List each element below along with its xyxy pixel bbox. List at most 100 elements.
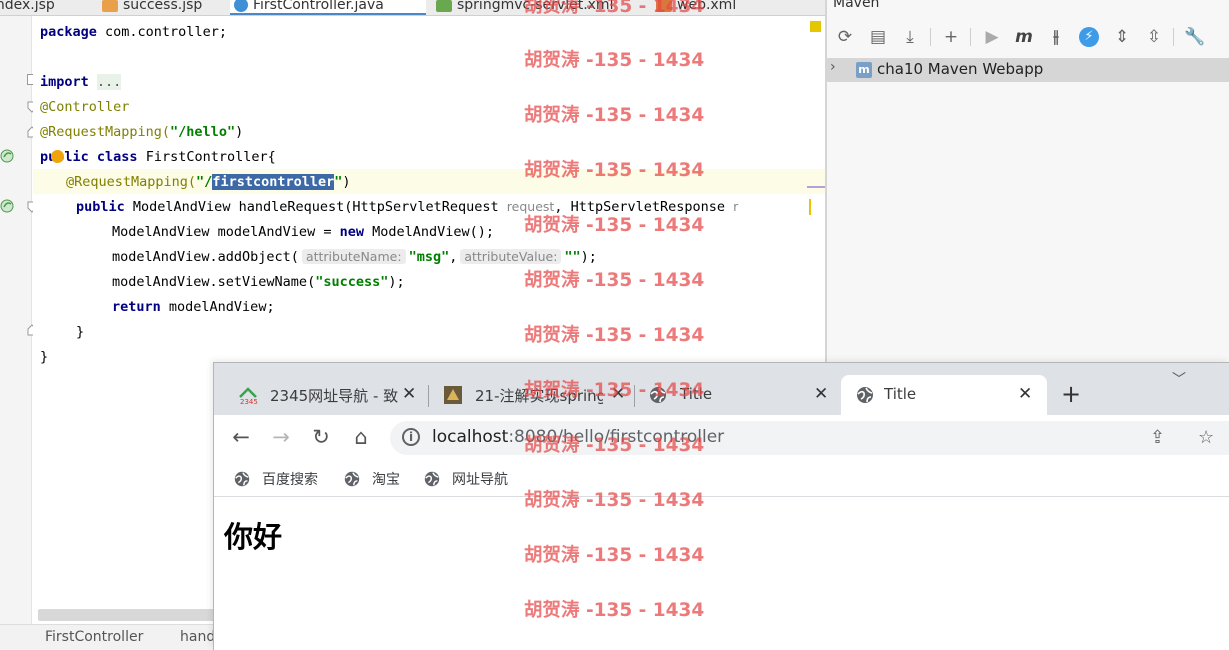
chevron-right-icon[interactable]: › xyxy=(830,59,836,75)
string-literal: "" xyxy=(564,249,581,265)
url-path: :8080/hello/firstcontroller xyxy=(508,427,725,447)
breadcrumb-class[interactable]: FirstController xyxy=(45,629,143,645)
code-line-class-decl: public class FirstController{ xyxy=(40,148,276,166)
tab-label: success.jsp xyxy=(123,0,203,13)
address-url[interactable]: localhost:8080/hello/firstcontroller xyxy=(432,427,724,447)
forward-button[interactable]: → xyxy=(269,426,293,450)
tab-label: index.jsp xyxy=(0,0,55,13)
code-text: ModelAndView modelAndView = xyxy=(112,224,340,240)
tab-label: springmvc-servlet.xml xyxy=(457,0,614,13)
maven-goal-icon[interactable]: m xyxy=(1013,26,1035,48)
code-text: modelAndView.setViewName( xyxy=(112,274,316,290)
folded-imports[interactable]: ... xyxy=(96,74,122,90)
show-dependencies-icon[interactable]: ⇕ xyxy=(1111,26,1133,48)
bookmark-star-icon[interactable]: ☆ xyxy=(1198,427,1214,448)
new-tab-button[interactable]: + xyxy=(1061,380,1081,408)
param-hint: request xyxy=(506,199,555,214)
download-icon[interactable]: ⤓ xyxy=(899,26,921,48)
reload-button[interactable]: ↻ xyxy=(309,426,333,450)
string-literal: "/ xyxy=(196,174,213,190)
code-text: ModelAndView(); xyxy=(363,224,495,240)
code-line-1: package com.controller; xyxy=(40,23,227,41)
globe-icon xyxy=(424,471,440,487)
page-content: 你好 xyxy=(214,498,1229,650)
bookmark-label: 淘宝 xyxy=(372,472,400,488)
string-literal: "msg" xyxy=(408,249,450,265)
run-icon[interactable]: ▶ xyxy=(981,26,1003,48)
intention-bulb-icon[interactable] xyxy=(51,150,64,163)
java-class-icon xyxy=(234,0,248,12)
close-tab-icon[interactable]: ✕ xyxy=(1018,384,1032,404)
horizontal-scrollbar[interactable] xyxy=(38,609,218,621)
bookmark-label: 网址导航 xyxy=(452,472,508,488)
browser-tab-title-active[interactable]: Title ✕ xyxy=(841,375,1047,415)
selected-text: firstcontroller xyxy=(212,174,335,190)
skip-tests-icon[interactable]: ⚡ xyxy=(1079,27,1099,47)
browser-tab-2345[interactable]: 2345 2345网址导航 - 致 ✕ xyxy=(228,375,424,415)
spring-mapping-icon[interactable] xyxy=(0,199,14,213)
param-name-hint: attributeValue: xyxy=(460,249,562,264)
close-tab-icon[interactable]: ✕ xyxy=(402,384,416,404)
keyword: class xyxy=(96,149,138,165)
code-text: ); xyxy=(388,274,405,290)
tab-title: 2345网址导航 - 致 xyxy=(270,387,398,405)
annotation: @RequestMapping( xyxy=(40,124,171,140)
breadcrumb-method[interactable]: hand xyxy=(180,629,215,645)
maven-project-label: cha10 Maven Webapp xyxy=(877,60,1044,78)
tab-title: 21-注解实现spring xyxy=(475,387,603,405)
maven-panel-title: Maven xyxy=(833,0,880,11)
inlay-marker xyxy=(807,186,825,188)
tab-firstcontroller-java[interactable]: FirstController.java xyxy=(230,0,426,15)
settings-wrench-icon[interactable]: 🔧 xyxy=(1184,26,1206,48)
browser-tab-spring[interactable]: 21-注解实现spring ✕ xyxy=(433,375,629,415)
code-line-new-mav: ModelAndView modelAndView = new ModelAnd… xyxy=(112,223,494,241)
code-text: ) xyxy=(235,124,244,140)
tab-success-jsp[interactable]: success.jsp xyxy=(98,0,203,15)
add-icon[interactable]: + xyxy=(940,26,962,48)
maven-toolbar: ⟳ ▤ ⤓ + ▶ m ⫲ ⚡ ⇕ ⇳ 🔧 xyxy=(827,18,1229,56)
browser-tab-title-1[interactable]: Title ✕ xyxy=(638,375,834,415)
bookmark-label: 百度搜索 xyxy=(262,472,318,488)
code-line-add-object: modelAndView.addObject(attributeName: "ms… xyxy=(112,248,597,266)
code-text: , xyxy=(449,249,458,265)
code-text: } xyxy=(76,324,85,340)
warning-indicator-icon[interactable] xyxy=(810,21,821,32)
tab-label: web.xml xyxy=(677,0,737,13)
site-info-icon[interactable]: i xyxy=(402,428,420,446)
page-heading: 你好 xyxy=(224,520,283,554)
tab-index-jsp[interactable]: index.jsp xyxy=(0,0,55,15)
reload-icon[interactable]: ⟳ xyxy=(834,26,856,48)
maven-panel: Maven ⟳ ▤ ⤓ + ▶ m ⫲ ⚡ ⇕ ⇳ 🔧 › m cha10 Ma… xyxy=(827,0,1229,362)
back-button[interactable]: ← xyxy=(229,426,253,450)
tab-web-xml[interactable]: web.xml xyxy=(652,0,737,15)
toolbar-separator xyxy=(930,28,931,46)
keyword: import xyxy=(40,74,89,90)
keyword: package xyxy=(40,24,97,40)
code-text: , HttpServletResponse xyxy=(554,199,734,215)
globe-icon xyxy=(344,471,360,487)
close-tab-icon[interactable]: ✕ xyxy=(814,384,828,404)
address-bar[interactable]: i localhost:8080/hello/firstcontroller ⇪… xyxy=(390,421,1229,455)
chevron-down-icon[interactable]: ﹀ xyxy=(1172,369,1186,389)
xml-file-icon xyxy=(436,0,452,12)
generate-sources-icon[interactable]: ▤ xyxy=(867,26,889,48)
spring-bean-icon[interactable] xyxy=(0,149,14,163)
home-button[interactable]: ⌂ xyxy=(349,426,373,450)
jsp-file-icon xyxy=(102,0,118,12)
globe-icon xyxy=(650,387,666,403)
editor-tab-bar: index.jsp success.jsp FirstController.ja… xyxy=(0,0,826,16)
site-2345-icon: 2345 xyxy=(239,387,258,405)
tab-title: Title xyxy=(680,385,713,403)
tab-title: Title xyxy=(884,385,917,403)
code-text: com.controller; xyxy=(96,24,227,40)
maven-project-row[interactable]: › m cha10 Maven Webapp xyxy=(827,58,1229,82)
toggle-offline-icon[interactable]: ⫲ xyxy=(1045,26,1067,48)
close-tab-icon[interactable]: ✕ xyxy=(611,384,625,404)
collapse-all-icon[interactable]: ⇳ xyxy=(1143,26,1165,48)
tab-springmvc-servlet-xml[interactable]: springmvc-servlet.xml xyxy=(432,0,614,15)
maven-project-icon: m xyxy=(856,62,872,78)
code-line-import: import ... xyxy=(40,73,122,91)
share-icon[interactable]: ⇪ xyxy=(1150,427,1165,448)
globe-icon xyxy=(857,387,873,403)
browser-tab-strip: 2345 2345网址导航 - 致 ✕ 21-注解实现spring ✕ Titl… xyxy=(214,363,1229,415)
